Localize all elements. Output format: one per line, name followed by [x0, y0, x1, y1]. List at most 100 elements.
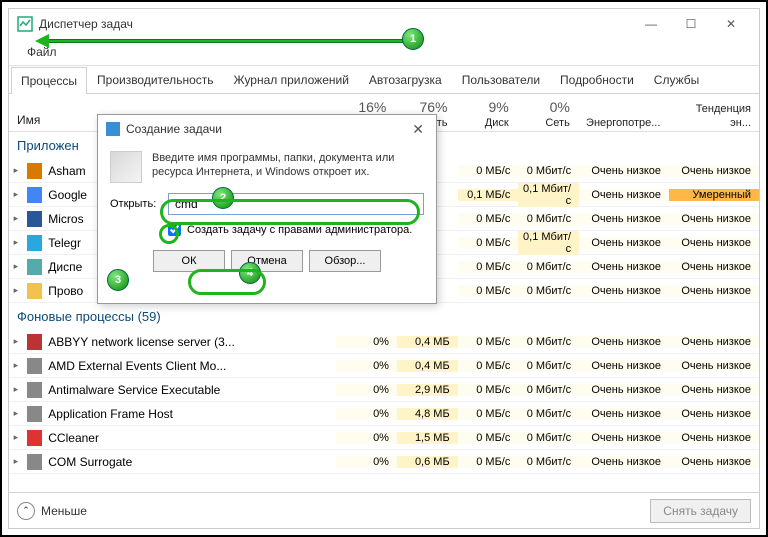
col-power[interactable]: Энергопотре... [578, 115, 669, 131]
cell: Очень низкое [669, 165, 759, 177]
cell: 4,8 МБ [397, 408, 458, 420]
admin-label: Создать задачу с правами администратора. [187, 224, 412, 236]
process-name: ABBYY network license server (3... [46, 335, 336, 349]
cell: Очень низкое [579, 165, 669, 177]
tab-apphistory[interactable]: Журнал приложений [224, 66, 359, 93]
tab-processes[interactable]: Процессы [11, 67, 87, 94]
cell: 0 Мбит/с [518, 261, 579, 273]
cell: Очень низкое [579, 189, 669, 201]
table-row[interactable]: ▸ AMD External Events Client Mo...0%0,4 … [9, 354, 759, 378]
tab-startup[interactable]: Автозагрузка [359, 66, 452, 93]
table-row[interactable]: ▸ Application Frame Host0%4,8 МБ0 МБ/с0 … [9, 402, 759, 426]
process-icon [27, 430, 43, 446]
expand-icon[interactable]: ▸ [9, 261, 23, 272]
cell: Очень низкое [579, 384, 669, 396]
cell: 0 МБ/с [458, 165, 519, 177]
cell: 0 МБ/с [458, 237, 519, 249]
cell: 0,1 Мбит/с [518, 231, 579, 255]
col-disk[interactable]: 9%Диск [456, 99, 517, 131]
tutorial-arrow [47, 39, 407, 43]
tab-users[interactable]: Пользователи [452, 66, 550, 93]
expand-icon[interactable]: ▸ [9, 213, 23, 224]
expand-icon[interactable]: ▸ [9, 285, 23, 296]
col-trend[interactable]: Тенденция эн... [668, 101, 759, 131]
chevron-up-icon: ⌃ [17, 502, 35, 520]
expand-icon[interactable]: ▸ [9, 237, 23, 248]
cell: 0% [336, 456, 397, 468]
maximize-button[interactable]: ☐ [671, 9, 711, 39]
cell: 0 МБ/с [458, 384, 519, 396]
tabs: Процессы Производительность Журнал прило… [9, 66, 759, 94]
tutorial-arrowhead-icon [35, 34, 49, 48]
marker-3: 3 [107, 269, 129, 291]
table-row[interactable]: ▸ Antimalware Service Executable0%2,9 МБ… [9, 378, 759, 402]
cell: 0% [336, 336, 397, 348]
cell: Очень низкое [669, 261, 759, 273]
end-task-button[interactable]: Снять задачу [650, 499, 751, 523]
expand-icon[interactable]: ▸ [9, 384, 23, 395]
browse-button[interactable]: Обзор... [309, 250, 381, 272]
cell: 0 МБ/с [458, 261, 519, 273]
highlight-checkbox [159, 224, 179, 244]
process-icon [27, 211, 43, 227]
run-icon [110, 151, 142, 183]
menubar: Файл Параметры [9, 39, 759, 66]
tab-performance[interactable]: Производительность [87, 66, 223, 93]
cell: 0 Мбит/с [518, 408, 579, 420]
cell: Очень низкое [579, 432, 669, 444]
expand-icon[interactable]: ▸ [9, 408, 23, 419]
open-label: Открыть: [110, 198, 162, 210]
highlight-input [160, 199, 420, 225]
process-name: Application Frame Host [46, 407, 336, 421]
dialog-title: Создание задачи [126, 122, 408, 136]
close-button[interactable]: ✕ [711, 9, 751, 39]
cell: Очень низкое [669, 408, 759, 420]
cell: 0 Мбит/с [518, 384, 579, 396]
minimize-button[interactable]: — [631, 9, 671, 39]
expand-icon[interactable]: ▸ [9, 456, 23, 467]
process-icon [27, 334, 43, 350]
process-icon [27, 454, 43, 470]
cell: 0 Мбит/с [518, 456, 579, 468]
cell: Очень низкое [669, 432, 759, 444]
process-icon [27, 163, 43, 179]
process-name: AMD External Events Client Mo... [46, 359, 336, 373]
cell: Очень низкое [669, 213, 759, 225]
expand-icon[interactable]: ▸ [9, 165, 23, 176]
dialog-close-button[interactable]: ✕ [408, 121, 428, 138]
cell: Очень низкое [579, 336, 669, 348]
cell: Очень низкое [579, 456, 669, 468]
cell: Очень низкое [579, 237, 669, 249]
cell: 0 Мбит/с [518, 360, 579, 372]
cell: 0% [336, 432, 397, 444]
tab-details[interactable]: Подробности [550, 66, 644, 93]
tab-services[interactable]: Службы [644, 66, 709, 93]
cell: Умеренный [669, 189, 759, 201]
col-net[interactable]: 0%Сеть [517, 99, 578, 131]
marker-1: 1 [402, 28, 424, 50]
fewer-details-button[interactable]: ⌃ Меньше [17, 502, 87, 520]
cell: Очень низкое [669, 237, 759, 249]
process-icon [27, 235, 43, 251]
cell: 0 МБ/с [458, 408, 519, 420]
cell: 0 МБ/с [458, 360, 519, 372]
expand-icon[interactable]: ▸ [9, 432, 23, 443]
titlebar: Диспетчер задач — ☐ ✕ [9, 9, 759, 39]
cell: Очень низкое [579, 408, 669, 420]
dialog-icon [106, 122, 120, 136]
process-icon [27, 382, 43, 398]
dialog-description: Введите имя программы, папки, документа … [152, 151, 424, 183]
cell: Очень низкое [579, 285, 669, 297]
cell: 0,6 МБ [397, 456, 458, 468]
cell: Очень низкое [669, 456, 759, 468]
expand-icon[interactable]: ▸ [9, 336, 23, 347]
cell: 0,4 МБ [397, 336, 458, 348]
table-row[interactable]: ▸ CCleaner0%1,5 МБ0 МБ/с0 Мбит/сОчень ни… [9, 426, 759, 450]
table-row[interactable]: ▸ ABBYY network license server (3...0%0,… [9, 330, 759, 354]
cell: 0 Мбит/с [518, 285, 579, 297]
expand-icon[interactable]: ▸ [9, 360, 23, 371]
expand-icon[interactable]: ▸ [9, 189, 23, 200]
cell: 0 МБ/с [458, 213, 519, 225]
cell: 0,1 МБ/с [458, 189, 519, 201]
table-row[interactable]: ▸ COM Surrogate0%0,6 МБ0 МБ/с0 Мбит/сОче… [9, 450, 759, 474]
